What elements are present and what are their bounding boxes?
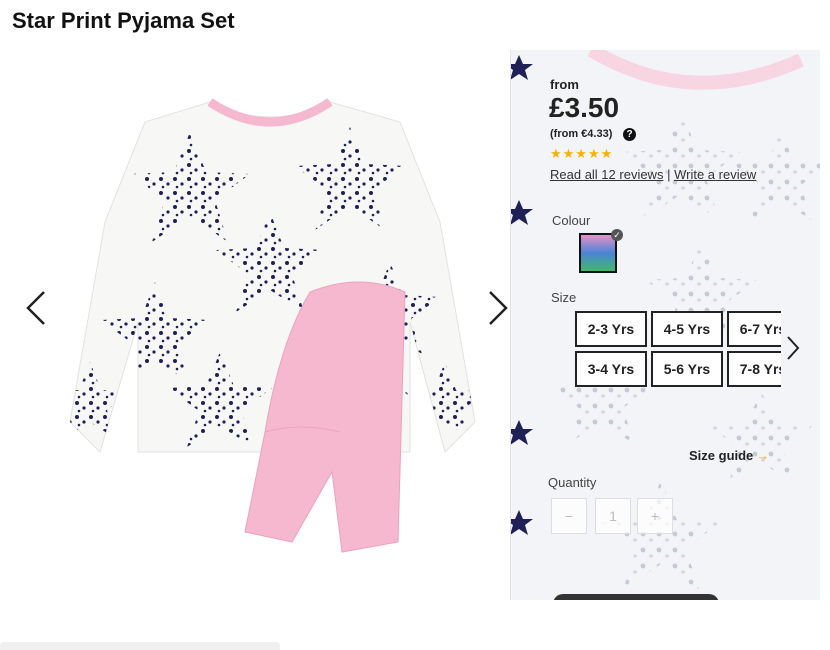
- size-option-5-6[interactable]: 5-6 Yrs: [651, 351, 723, 387]
- star-rating: ★★★★★: [550, 146, 614, 161]
- chevron-left-icon[interactable]: [22, 288, 50, 328]
- chevron-right-icon[interactable]: [783, 333, 803, 363]
- quantity-label: Quantity: [548, 475, 597, 490]
- chevron-right-icon[interactable]: [484, 288, 512, 328]
- size-option-6-7[interactable]: 6-7 Yrs: [727, 311, 781, 347]
- size-option-3-4[interactable]: 3-4 Yrs: [575, 351, 647, 387]
- reviews-links: Read all 12 reviews | Write a review: [550, 167, 756, 182]
- size-options: 2-3 Yrs 4-5 Yrs 6-7 Yrs 3-4 Yrs 5-6 Yrs …: [575, 311, 781, 391]
- product-image: [69, 98, 476, 553]
- price: £3.50: [549, 92, 620, 123]
- quantity-decrease-button[interactable]: −: [551, 498, 587, 534]
- size-option-2-3[interactable]: 2-3 Yrs: [575, 311, 647, 347]
- arrow-right-icon: →: [756, 448, 770, 463]
- from-label: from: [550, 77, 579, 92]
- quantity-increase-button[interactable]: +: [637, 498, 673, 534]
- help-icon[interactable]: ?: [623, 128, 636, 141]
- write-review-link[interactable]: Write a review: [674, 167, 756, 182]
- add-to-basket-button[interactable]: [553, 594, 719, 600]
- size-option-7-8[interactable]: 7-8 Yrs: [727, 351, 781, 387]
- euro-price: (from €4.33): [550, 128, 613, 140]
- product-gallery: [0, 50, 512, 650]
- size-option-4-5[interactable]: 4-5 Yrs: [651, 311, 723, 347]
- thumbnail-strip: [0, 642, 280, 650]
- read-reviews-link[interactable]: Read all 12 reviews: [550, 167, 663, 182]
- quantity-stepper: − 1 +: [551, 498, 673, 534]
- product-details-panel: from £3.50 (from €4.33) ? ★★★★★ Read all…: [510, 50, 820, 600]
- reviews-separator: |: [667, 167, 671, 182]
- colour-label: Colour: [552, 213, 591, 228]
- size-guide-link[interactable]: Size guide →: [689, 448, 769, 463]
- size-guide-label: Size guide: [689, 448, 754, 463]
- check-icon: ✓: [611, 229, 623, 241]
- page-title: Star Print Pyjama Set: [12, 8, 235, 33]
- quantity-input[interactable]: 1: [595, 498, 631, 534]
- colour-swatch[interactable]: [579, 233, 617, 273]
- size-label: Size: [551, 290, 577, 305]
